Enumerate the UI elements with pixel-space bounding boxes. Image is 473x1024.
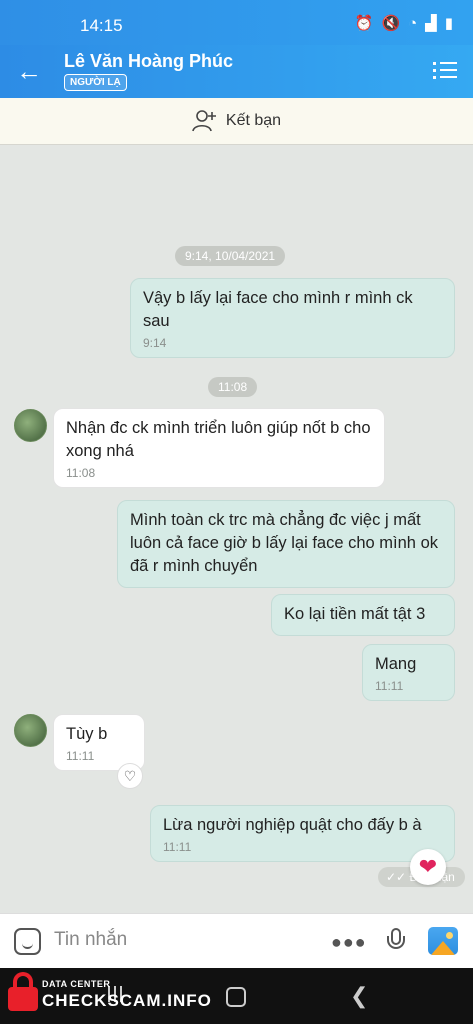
mute-icon: 🔇 bbox=[381, 15, 401, 32]
message-time: 9:14 bbox=[143, 336, 167, 350]
message-time: 11:11 bbox=[375, 679, 404, 693]
watermark-big-text: CHECKSCAM.INFO bbox=[42, 991, 212, 1010]
message-received[interactable]: Nhận đc ck mình triển luôn giúp nốt b ch… bbox=[53, 408, 385, 488]
message-sent[interactable]: Lừa người nghiệp quật cho đấy b à 11:11 bbox=[150, 805, 455, 862]
status-icons: ⏰ 🔇 ◔ ▟ ▮ bbox=[354, 14, 453, 33]
message-time: 11:11 bbox=[66, 749, 95, 763]
alarm-icon: ⏰ bbox=[354, 15, 374, 32]
heart-outline-icon[interactable]: ♡ bbox=[117, 763, 143, 789]
message-text: Tùy b bbox=[66, 725, 108, 743]
message-text: Ko lại tiền mất tật 3 bbox=[284, 605, 426, 623]
message-sent[interactable]: Ko lại tiền mất tật 3 bbox=[271, 594, 455, 636]
image-gallery-icon[interactable] bbox=[428, 927, 458, 955]
message-text: Vậy b lấy lại face cho mình r mình ck sa… bbox=[143, 289, 413, 330]
message-text: Mang bbox=[375, 655, 417, 673]
contact-avatar[interactable] bbox=[14, 714, 47, 747]
message-sent[interactable]: Vậy b lấy lại face cho mình r mình ck sa… bbox=[130, 278, 455, 358]
stranger-badge: NGƯỜI LẠ bbox=[64, 74, 127, 91]
add-friend-bar[interactable]: Kết bạn bbox=[0, 98, 473, 145]
chat-area[interactable]: 9:14, 10/04/2021 Vậy b lấy lại face cho … bbox=[0, 145, 473, 913]
watermark: DATA CENTER CHECKSCAM.INFO bbox=[4, 970, 224, 1018]
wifi-icon: ◔ bbox=[408, 14, 418, 32]
timestamp-pill: 11:08 bbox=[208, 377, 258, 397]
message-text: Mình toàn ck trc mà chẳng đc việc j mất … bbox=[130, 511, 438, 575]
status-bar: 14:15 ⏰ 🔇 ◔ ▟ ▮ bbox=[0, 0, 473, 45]
status-time: 14:15 bbox=[80, 16, 123, 35]
chat-header: ← Lê Văn Hoàng Phúc NGƯỜI LẠ bbox=[0, 45, 473, 98]
microphone-icon[interactable] bbox=[385, 928, 407, 956]
signal-icon: ▟ bbox=[425, 15, 437, 32]
message-time: 11:08 bbox=[66, 466, 96, 480]
message-text: Nhận đc ck mình triển luôn giúp nốt b ch… bbox=[66, 419, 371, 460]
message-time: 11:11 bbox=[163, 840, 192, 854]
message-sent[interactable]: Mình toàn ck trc mà chẳng đc việc j mất … bbox=[117, 500, 455, 588]
contact-name[interactable]: Lê Văn Hoàng Phúc bbox=[64, 51, 233, 72]
nav-back-icon[interactable]: ❮ bbox=[350, 983, 368, 1009]
more-options-icon[interactable]: ●●● bbox=[331, 932, 367, 953]
message-input[interactable]: Tin nhắn bbox=[54, 929, 127, 951]
message-sent[interactable]: Mang 11:11 bbox=[362, 644, 455, 701]
message-text: Lừa người nghiệp quật cho đấy b à bbox=[163, 816, 422, 834]
sticker-icon[interactable] bbox=[14, 928, 41, 955]
timestamp-pill: 9:14, 10/04/2021 bbox=[175, 246, 286, 266]
back-arrow-icon[interactable]: ← bbox=[16, 57, 48, 87]
add-friend-icon bbox=[192, 110, 216, 132]
add-friend-label: Kết bạn bbox=[225, 112, 282, 129]
battery-icon: ▮ bbox=[444, 15, 453, 32]
double-check-icon: ✓✓ bbox=[386, 870, 407, 884]
contact-avatar[interactable] bbox=[14, 409, 47, 442]
watermark-small-text: DATA CENTER bbox=[42, 979, 111, 989]
message-input-bar: Tin nhắn ●●● bbox=[0, 913, 473, 968]
lock-icon bbox=[8, 972, 38, 1012]
heart-reaction-icon[interactable]: ❤ bbox=[410, 849, 446, 885]
home-icon[interactable] bbox=[226, 987, 246, 1007]
menu-list-icon[interactable] bbox=[433, 58, 457, 82]
